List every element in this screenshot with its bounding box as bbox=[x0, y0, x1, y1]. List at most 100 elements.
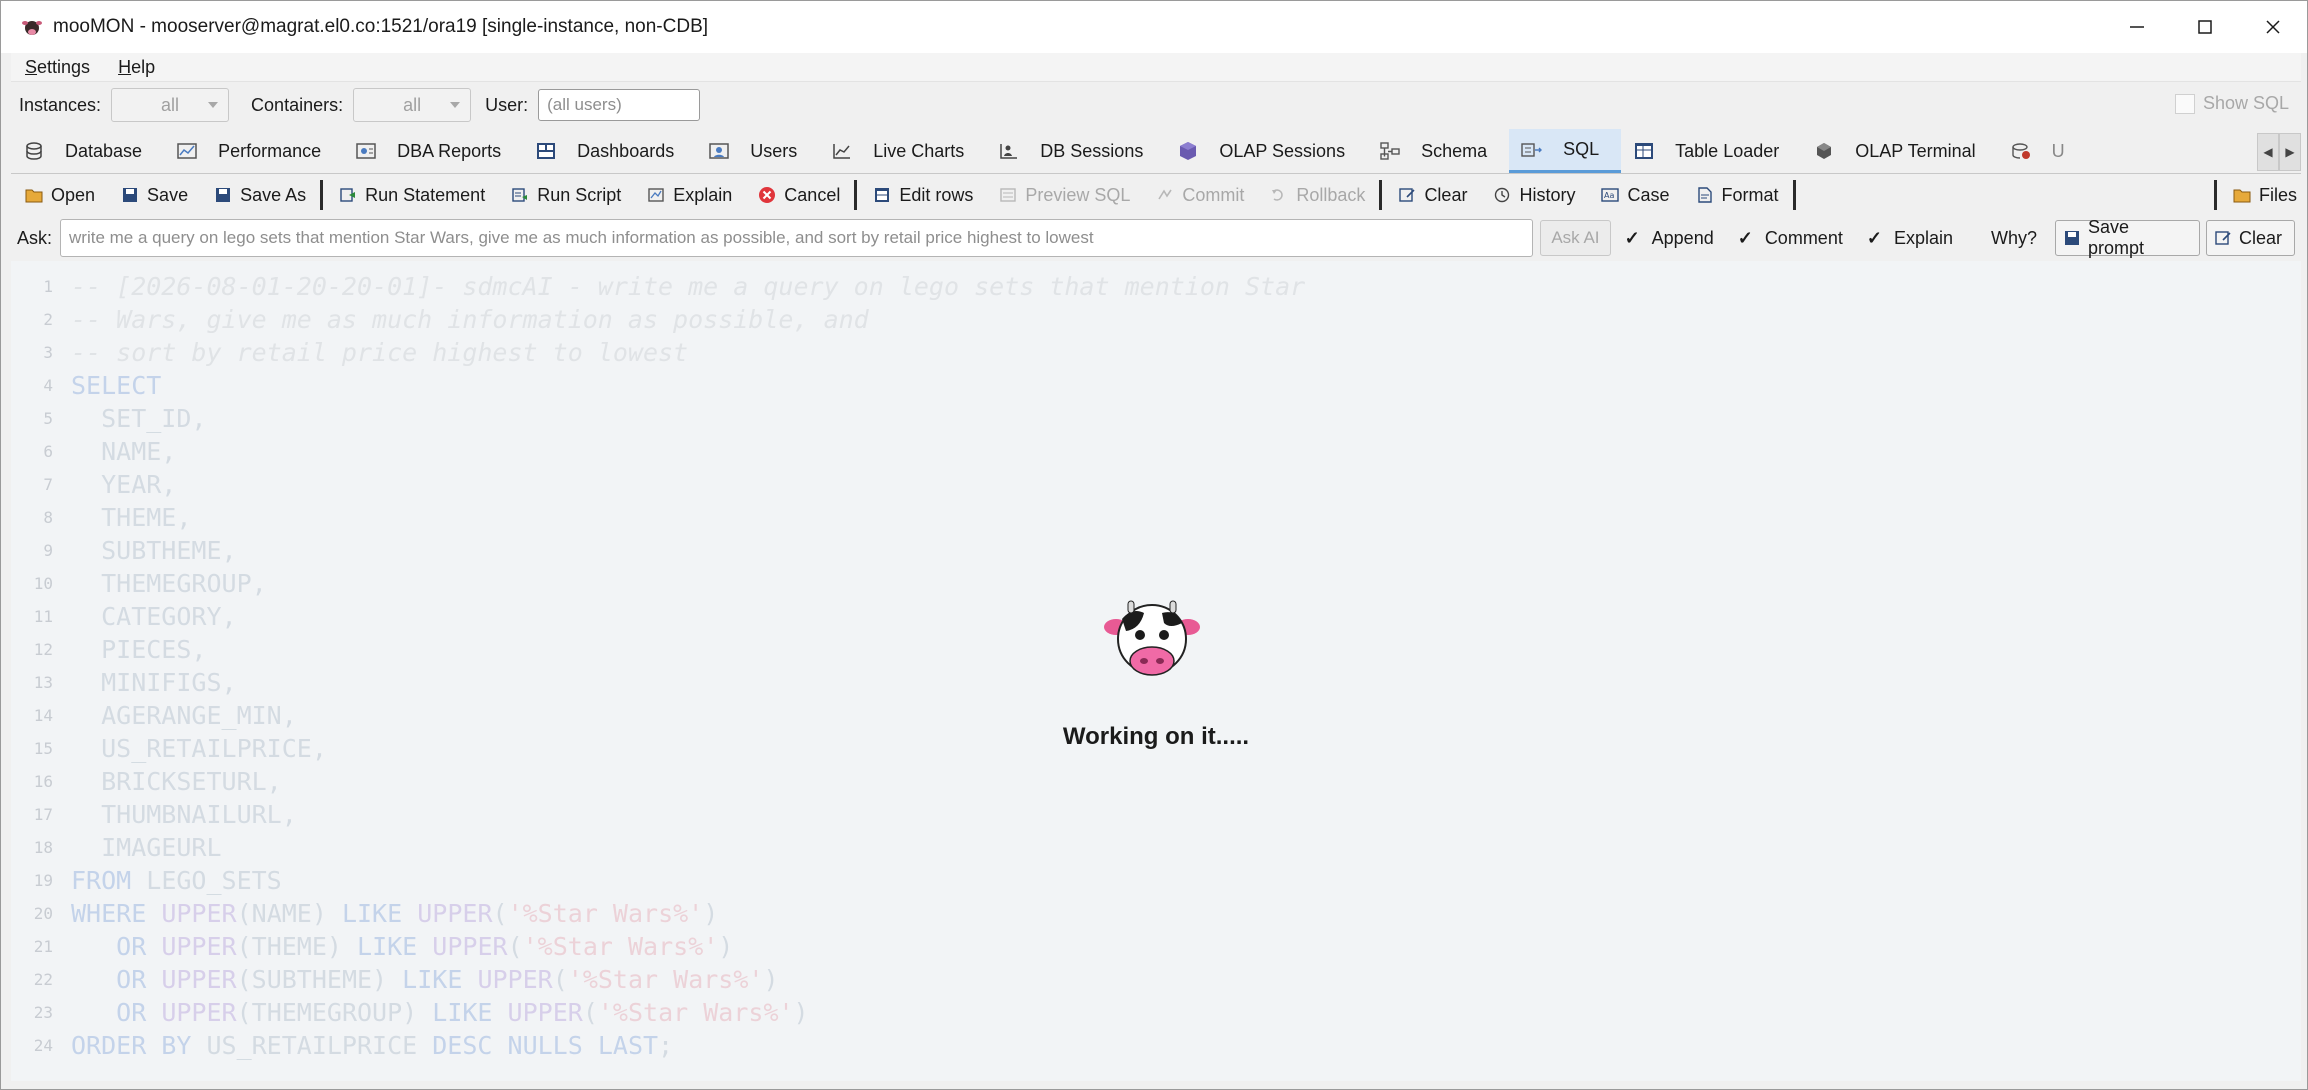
performance-icon bbox=[176, 141, 198, 161]
save-label: Save bbox=[147, 184, 189, 205]
show-sql-checkbox[interactable]: Show SQL bbox=[2174, 93, 2289, 114]
cancel-button[interactable]: Cancel bbox=[744, 175, 852, 215]
code-token: SUBTHEME, bbox=[71, 536, 237, 565]
tab-label: Dashboards bbox=[577, 140, 675, 161]
explain-plan-button[interactable]: Explain bbox=[633, 175, 744, 215]
user-input[interactable]: (all users) bbox=[538, 89, 701, 121]
code-token: UPPER bbox=[417, 899, 493, 928]
code-token: UPPER bbox=[507, 998, 583, 1027]
line-number: 24 bbox=[33, 1036, 53, 1055]
maximize-button[interactable] bbox=[2171, 1, 2239, 53]
tab-olap-terminal[interactable]: OLAP Terminal bbox=[1801, 129, 1997, 173]
line-number: 17 bbox=[33, 805, 53, 824]
open-button[interactable]: Open bbox=[11, 175, 107, 215]
sessions-icon bbox=[998, 141, 1020, 161]
run-statement-button[interactable]: Run Statement bbox=[325, 175, 497, 215]
sql-toolbar: Open Save Save As Run Statement Run Scri… bbox=[11, 175, 2301, 215]
tab-live-charts[interactable]: Live Charts bbox=[819, 129, 986, 173]
code-token: THEMEGROUP, bbox=[71, 569, 267, 598]
utility-icon bbox=[2010, 141, 2032, 161]
append-label: Append bbox=[1651, 227, 1714, 248]
save-button[interactable]: Save bbox=[107, 175, 200, 215]
olap-icon bbox=[1177, 141, 1199, 161]
clear-label: Clear bbox=[1424, 184, 1468, 205]
code-token: FROM bbox=[71, 866, 132, 895]
schema-icon bbox=[1379, 141, 1401, 161]
tab-db-sessions[interactable]: DB Sessions bbox=[986, 129, 1165, 173]
code-token: CATEGORY, bbox=[71, 602, 237, 631]
code-line: 14 AGERANGE_MIN, bbox=[11, 699, 297, 732]
code-token: WHERE bbox=[71, 899, 147, 928]
tab-utility[interactable]: U bbox=[1998, 129, 2065, 173]
tab-database[interactable]: Database bbox=[11, 129, 164, 173]
code-token: UPPER bbox=[161, 932, 237, 961]
files-button[interactable]: Files bbox=[2219, 175, 2301, 215]
edit-rows-button[interactable]: Edit rows bbox=[859, 175, 985, 215]
menu-bar: Settings Help bbox=[11, 53, 2301, 82]
instances-label: Instances: bbox=[19, 94, 102, 115]
commit-label: Commit bbox=[1182, 184, 1245, 205]
tab-table-loader[interactable]: Table Loader bbox=[1621, 129, 1801, 173]
code-token: MINIFIGS, bbox=[71, 668, 237, 697]
format-button[interactable]: Format bbox=[1682, 175, 1791, 215]
code-token: ( bbox=[552, 965, 568, 994]
tab-scroll-left[interactable]: ◀ bbox=[2257, 133, 2279, 171]
code-token: ) bbox=[763, 965, 779, 994]
tab-dashboards[interactable]: Dashboards bbox=[523, 129, 696, 173]
tab-label: OLAP Sessions bbox=[1219, 140, 1346, 161]
save-prompt-button[interactable]: Save prompt bbox=[2055, 217, 2200, 258]
code-line: 24 ORDER BY US_RETAILPRICE DESC NULLS LAS… bbox=[11, 1029, 673, 1062]
close-window-button[interactable] bbox=[2239, 1, 2307, 53]
close-icon bbox=[2266, 20, 2280, 34]
rollback-label: Rollback bbox=[1296, 184, 1366, 205]
history-label: History bbox=[1519, 184, 1576, 205]
line-number: 9 bbox=[43, 541, 53, 560]
comment-checkbox[interactable]: ✓ Comment bbox=[1738, 228, 1843, 249]
instances-select[interactable]: all bbox=[111, 88, 230, 122]
tab-users[interactable]: Users bbox=[696, 129, 819, 173]
code-line: 7 YEAR, bbox=[11, 468, 176, 501]
save-as-button[interactable]: Save As bbox=[200, 175, 318, 215]
ask-ai-button[interactable]: Ask AI bbox=[1540, 220, 1611, 256]
clear-editor-button[interactable]: Clear bbox=[1384, 175, 1479, 215]
ask-ai-bar: Ask: write me a query on lego sets that … bbox=[11, 216, 2301, 260]
history-button[interactable]: History bbox=[1479, 175, 1587, 215]
menu-settings[interactable]: Settings bbox=[11, 57, 104, 78]
clear-prompt-label: Clear bbox=[2238, 227, 2282, 248]
why-link[interactable]: Why? bbox=[1991, 228, 2037, 249]
toolbar-divider bbox=[320, 180, 324, 210]
tab-schema[interactable]: Schema bbox=[1367, 129, 1509, 173]
run-script-button[interactable]: Run Script bbox=[497, 175, 633, 215]
tab-sql[interactable]: SQL bbox=[1509, 129, 1622, 173]
case-button[interactable]: Aa Case bbox=[1587, 175, 1681, 215]
tab-label: DBA Reports bbox=[397, 140, 502, 161]
clear-prompt-button[interactable]: Clear bbox=[2205, 220, 2295, 256]
working-status-message: Working on it..... bbox=[1062, 723, 1250, 750]
append-checkbox[interactable]: ✓ Append bbox=[1625, 228, 1714, 249]
minimize-button[interactable] bbox=[2103, 1, 2171, 53]
files-label: Files bbox=[2258, 184, 2297, 205]
tab-dba-reports[interactable]: DBA Reports bbox=[343, 129, 523, 173]
tab-olap-sessions[interactable]: OLAP Sessions bbox=[1165, 129, 1367, 173]
chart-icon bbox=[831, 141, 853, 161]
containers-select[interactable]: all bbox=[353, 88, 472, 122]
code-token: DESC bbox=[432, 1031, 493, 1060]
tab-scroll-controls: ◀ ▶ bbox=[2257, 133, 2301, 171]
rollback-button[interactable]: Rollback bbox=[1256, 175, 1377, 215]
ask-prompt-input[interactable]: write me a query on lego sets that menti… bbox=[60, 219, 1534, 257]
explain-checkbox[interactable]: ✓ Explain bbox=[1867, 228, 1953, 249]
run-statement-label: Run Statement bbox=[365, 184, 486, 205]
tab-label: OLAP Terminal bbox=[1855, 140, 1976, 161]
code-line: 11 CATEGORY, bbox=[11, 600, 237, 633]
window-title: mooMON - mooserver@magrat.el0.co:1521/or… bbox=[53, 16, 709, 37]
code-token: UPPER bbox=[161, 899, 237, 928]
menu-help[interactable]: Help bbox=[104, 57, 169, 78]
preview-sql-button[interactable]: Preview SQL bbox=[985, 175, 1142, 215]
line-number: 10 bbox=[33, 574, 53, 593]
tab-performance[interactable]: Performance bbox=[164, 129, 343, 173]
line-number: 20 bbox=[33, 904, 53, 923]
tab-scroll-right[interactable]: ▶ bbox=[2279, 133, 2301, 171]
commit-button[interactable]: Commit bbox=[1142, 175, 1256, 215]
